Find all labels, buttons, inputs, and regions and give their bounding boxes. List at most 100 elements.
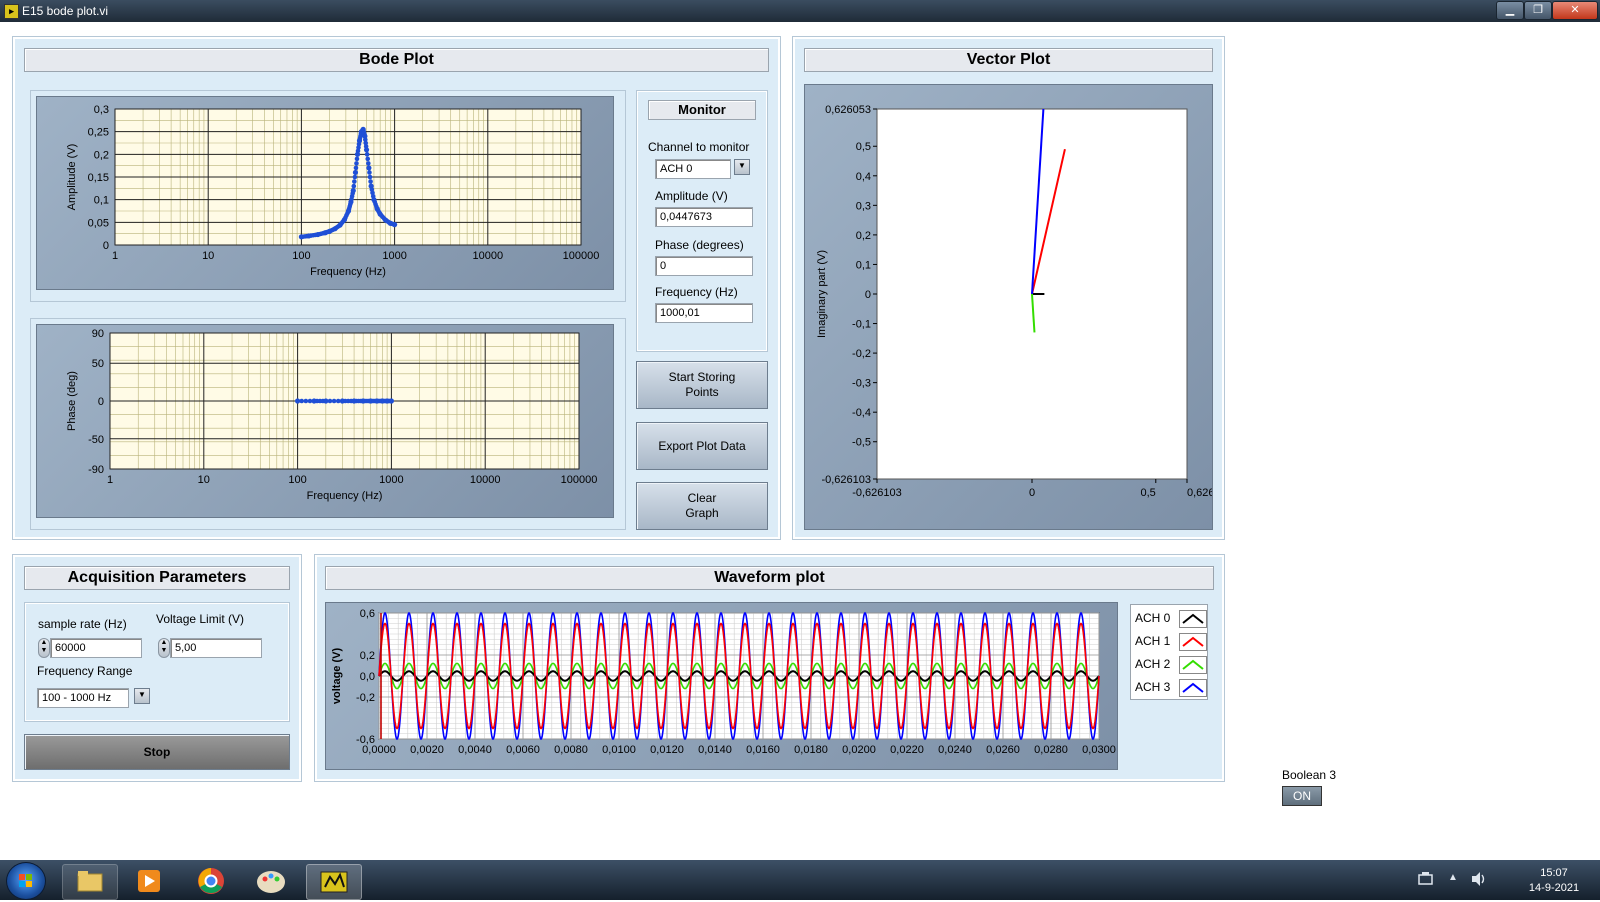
x-tick-label: 1	[112, 250, 118, 262]
data-point	[368, 179, 373, 184]
taskbar-explorer[interactable]	[62, 864, 118, 900]
y-tick-label: 0,4	[856, 171, 871, 183]
frequency-range-select[interactable]: 100 - 1000 Hz	[37, 688, 129, 708]
x-tick-label: 1	[107, 474, 113, 486]
data-point	[366, 165, 372, 171]
x-tick-label: 0,0100	[602, 744, 636, 756]
taskbar	[0, 860, 1600, 900]
start-button[interactable]	[6, 862, 46, 900]
legend-item[interactable]: ACH 3	[1135, 678, 1207, 697]
legend-swatch-line	[1182, 636, 1204, 647]
data-point	[367, 174, 373, 180]
y-tick-label: -0,5	[852, 437, 871, 449]
x-tick-label: 0,0060	[506, 744, 540, 756]
data-point	[364, 152, 370, 157]
x-tick-label: 0,0280	[1034, 744, 1068, 756]
show-hidden-icons-icon[interactable]: ▲	[1448, 872, 1458, 883]
voltage-limit-stepper[interactable]: ▲ ▼	[158, 638, 170, 658]
frequency-indicator: 1000,01	[655, 303, 753, 323]
y-tick-label: 0,15	[88, 172, 109, 184]
legend-swatch	[1179, 610, 1207, 628]
legend-label: ACH 2	[1135, 657, 1171, 671]
y-tick-label: 0,05	[88, 217, 109, 229]
y-tick-label: -0,626103	[821, 474, 871, 486]
windows-logo-icon	[19, 874, 32, 887]
phase-graph-svg: 1 10 100 1000 10000 100000 90 50 0 -50 -90 Frequenc…	[66, 328, 598, 502]
y-axis-label: Phase (deg)	[66, 371, 78, 431]
data-point	[353, 165, 359, 171]
chrome-icon	[198, 868, 224, 894]
x-axis-label: Frequency (Hz)	[310, 266, 386, 278]
waveform-graph[interactable]: 0,0000 0,0020 0,0040 0,0060 0,0080 0,0100 0,01…	[325, 602, 1118, 770]
amplitude-graph[interactable]: 1 10 100 1000 10000 100000 0,3 0,25 0,2 0,15 0,1 0,…	[36, 96, 614, 290]
x-tick-label: 10	[198, 474, 210, 486]
volume-icon[interactable]	[1470, 871, 1488, 887]
y-tick-label: -90	[88, 464, 104, 476]
boolean3-label: Boolean 3	[1282, 768, 1337, 782]
waveform-graph-svg: 0,0000 0,0020 0,0040 0,0060 0,0080 0,0100 0,01…	[331, 608, 1116, 756]
monitor-title: Monitor	[648, 100, 756, 120]
start-storing-points-button[interactable]: Start Storing Points	[636, 361, 768, 409]
boolean3-toggle[interactable]: ON	[1282, 786, 1322, 806]
export-plot-data-button[interactable]: Export Plot Data	[636, 422, 768, 470]
vector-graph[interactable]: 0,626053 0,5 0,4 0,3 0,2 0,1 0 -0,1 -0,2 -0,3 -0,4…	[804, 84, 1227, 530]
y-tick-label: 0,2	[360, 650, 375, 662]
channel-dropdown-button[interactable]: ▼	[734, 159, 750, 175]
channel-to-monitor-label: Channel to monitor	[648, 140, 750, 154]
amplitude-label: Amplitude (V)	[655, 189, 728, 203]
legend-swatch-line	[1182, 659, 1204, 670]
frequency-range-dropdown-button[interactable]: ▼	[134, 688, 150, 704]
sample-rate-stepper[interactable]: ▲ ▼	[38, 638, 50, 658]
y-axis-label: voltage (V)	[331, 648, 343, 705]
y-tick-label: 0	[98, 396, 104, 408]
x-tick-label: 0,62610	[1187, 487, 1212, 499]
taskbar-chrome[interactable]	[184, 864, 238, 898]
legend-label: ACH 1	[1135, 634, 1171, 648]
legend-item[interactable]: ACH 2	[1135, 655, 1207, 674]
frequency-label: Frequency (Hz)	[655, 285, 738, 299]
legend-label: ACH 3	[1135, 680, 1171, 694]
minimize-button[interactable]: ▁	[1496, 1, 1524, 20]
y-tick-label: 0,2	[856, 230, 871, 242]
y-tick-label: 0,3	[856, 200, 871, 212]
legend-swatch	[1179, 679, 1207, 697]
window-title: E15 bode plot.vi	[22, 4, 109, 18]
data-point	[352, 179, 357, 184]
y-tick-label: -50	[88, 434, 104, 446]
waveform-legend: ACH 0 ACH 1 ACH 2 ACH 3	[1130, 604, 1208, 700]
taskbar-paint[interactable]	[244, 864, 298, 898]
phase-graph[interactable]: 1 10 100 1000 10000 100000 90 50 0 -50 -90 Frequenc…	[36, 324, 614, 518]
folder-icon	[77, 871, 103, 892]
restore-button[interactable]: ❐	[1524, 1, 1552, 20]
x-tick-label: 100000	[561, 474, 598, 486]
legend-item[interactable]: ACH 0	[1135, 609, 1207, 628]
clear-graph-button[interactable]: Clear Graph	[636, 482, 768, 530]
taskbar-labview[interactable]	[306, 864, 362, 900]
phase-indicator: 0	[655, 256, 753, 276]
y-tick-label: 0,5	[856, 141, 871, 153]
x-tick-label: -0,626103	[852, 487, 902, 499]
data-point	[352, 169, 359, 176]
taskbar-clock[interactable]: 15:07 14-9-2021	[1524, 866, 1584, 896]
y-axis-label: Imaginary part (V)	[816, 250, 828, 338]
y-tick-label: 50	[92, 358, 104, 370]
x-tick-label: 0,0080	[554, 744, 588, 756]
y-tick-label: 0,6	[360, 608, 375, 620]
chevron-down-icon: ▼	[138, 690, 146, 699]
x-tick-label: 0,0220	[890, 744, 924, 756]
sample-rate-label: sample rate (Hz)	[38, 617, 127, 631]
x-tick-label: 0,0180	[794, 744, 828, 756]
stop-button[interactable]: Stop	[24, 734, 290, 770]
action-center-icon[interactable]	[1418, 872, 1434, 886]
x-tick-label: 100	[288, 474, 306, 486]
legend-item[interactable]: ACH 1	[1135, 632, 1207, 651]
x-tick-label: 0,0160	[746, 744, 780, 756]
data-point	[299, 398, 305, 404]
sample-rate-input[interactable]: 60000	[50, 638, 142, 658]
voltage-limit-input[interactable]: 5,00	[170, 638, 262, 658]
taskbar-media-player[interactable]	[122, 864, 176, 898]
data-point	[354, 156, 360, 162]
labview-app-icon: ▸	[4, 4, 19, 19]
channel-select[interactable]: ACH 0	[655, 159, 731, 179]
close-button[interactable]: ✕	[1552, 1, 1598, 20]
